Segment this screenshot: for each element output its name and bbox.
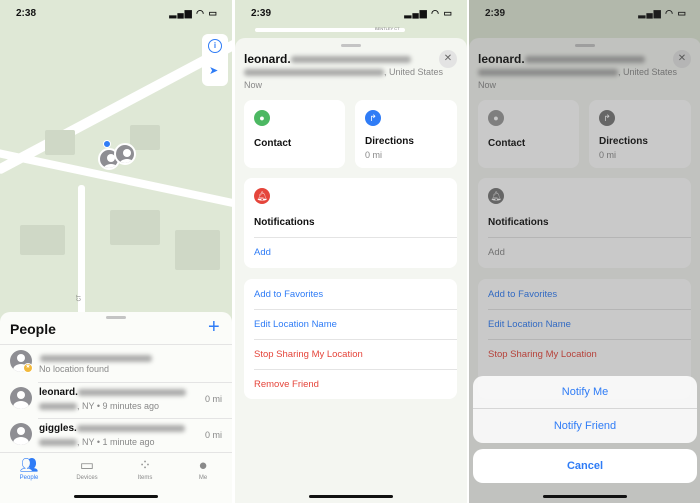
add-notification-link[interactable]: Add (254, 247, 271, 258)
home-indicator (309, 495, 393, 498)
people-screen: CT 2:38 ▂▄▆ ◠ ▭ i ➤ People + ★ No locatio… (0, 0, 232, 503)
person-name: leonard. (244, 52, 411, 66)
sheet-title: People (10, 321, 56, 337)
status-bar: 2:38 ▂▄▆ ◠ ▭ (16, 8, 218, 19)
stop-sharing-location[interactable]: Stop Sharing My Location (254, 349, 363, 360)
star-icon: ★ (23, 363, 33, 373)
items-icon: ⁘ (138, 457, 152, 474)
directions-icon: ↱ (365, 110, 381, 126)
devices-icon: ▭ (79, 457, 95, 474)
my-location-dot (103, 140, 111, 148)
tab-items[interactable]: ⁘ Items (125, 457, 165, 481)
edit-location-name[interactable]: Edit Location Name (254, 319, 337, 330)
location-arrow-icon[interactable]: ➤ (209, 64, 218, 77)
home-indicator (543, 495, 627, 498)
add-to-favorites[interactable]: Add to Favorites (254, 289, 323, 300)
detail-sheet: leonard. ✕ , United States Now ● Contact… (235, 38, 467, 503)
me-icon: ● (198, 457, 208, 474)
notify-options: Notify Me Notify Friend (473, 376, 697, 443)
tab-me[interactable]: ● Me (183, 457, 223, 481)
notify-friend-button[interactable]: Notify Friend (473, 409, 697, 443)
status-bar: 2:39 ▂▄▆ ◠ ▭ (251, 8, 453, 19)
remove-friend[interactable]: Remove Friend (254, 379, 319, 390)
notify-action-sheet-screen: 2:39 ▂▄▆ ◠ ▭ leonard. ✕ , United States N… (469, 0, 700, 503)
tab-devices[interactable]: ▭ Devices (67, 457, 107, 481)
contact-button[interactable]: ● Contact (244, 100, 345, 168)
sheet-grabber[interactable] (106, 316, 126, 319)
sheet-grabber[interactable] (341, 44, 361, 47)
notify-me-button[interactable]: Notify Me (473, 376, 697, 409)
home-indicator (74, 495, 158, 498)
add-person-button[interactable]: + (208, 316, 220, 339)
info-icon[interactable]: i (208, 39, 222, 53)
people-icon: 👥︎ (19, 457, 39, 474)
map-controls: i ➤ (202, 34, 228, 86)
close-button[interactable]: ✕ (439, 50, 457, 68)
actions-card: Add to Favorites Edit Location Name Stop… (244, 279, 457, 399)
bell-icon: 🔔︎ (254, 188, 270, 204)
contact-icon: ● (254, 110, 270, 126)
notifications-card: 🔔︎ Notifications Add (244, 178, 457, 268)
directions-button[interactable]: ↱ Directions 0 mi (355, 100, 457, 168)
cancel-button[interactable]: Cancel (473, 449, 697, 483)
person-pin[interactable] (114, 143, 136, 165)
person-detail-screen: BENTLEY CT 2:39 ▂▄▆ ◠ ▭ leonard. ✕ , Unit… (235, 0, 467, 503)
tab-people[interactable]: 👥︎ People (9, 457, 49, 481)
